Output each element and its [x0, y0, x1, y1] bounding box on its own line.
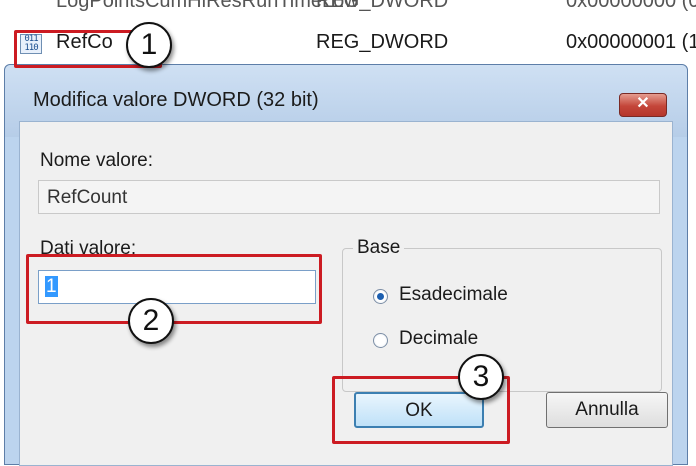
- base-legend: Base: [353, 237, 405, 259]
- close-button[interactable]: ✕: [619, 93, 667, 117]
- registry-value-type: REG_DWORD: [316, 0, 449, 12]
- step-number-3: 3: [458, 354, 504, 400]
- step-number-1: 1: [126, 22, 172, 68]
- registry-value-data: 0x00000000 (0): [566, 0, 696, 12]
- value-name-field: RefCount: [38, 180, 660, 214]
- dialog-title: Modifica valore DWORD (32 bit): [33, 89, 319, 111]
- highlight-box-value-data: [26, 254, 322, 324]
- radio-hexadecimal-label[interactable]: Esadecimale: [399, 284, 508, 306]
- registry-row-partial[interactable]: LogPointsCumHiResRunTimeLow REG_DWORD 0x…: [0, 0, 696, 17]
- registry-value-data: 0x00000001 (1: [566, 31, 696, 53]
- step-number-2: 2: [128, 298, 174, 344]
- registry-value-type: REG_DWORD: [316, 31, 449, 53]
- cancel-button[interactable]: Annulla: [546, 392, 668, 428]
- radio-hexadecimal[interactable]: [373, 289, 388, 304]
- registry-value-name: LogPointsCumHiResRunTimeLow: [56, 0, 359, 12]
- close-icon: ✕: [636, 95, 650, 112]
- radio-decimal-label[interactable]: Decimale: [399, 328, 478, 350]
- value-name-label: Nome valore:: [40, 150, 153, 171]
- radio-decimal[interactable]: [373, 333, 388, 348]
